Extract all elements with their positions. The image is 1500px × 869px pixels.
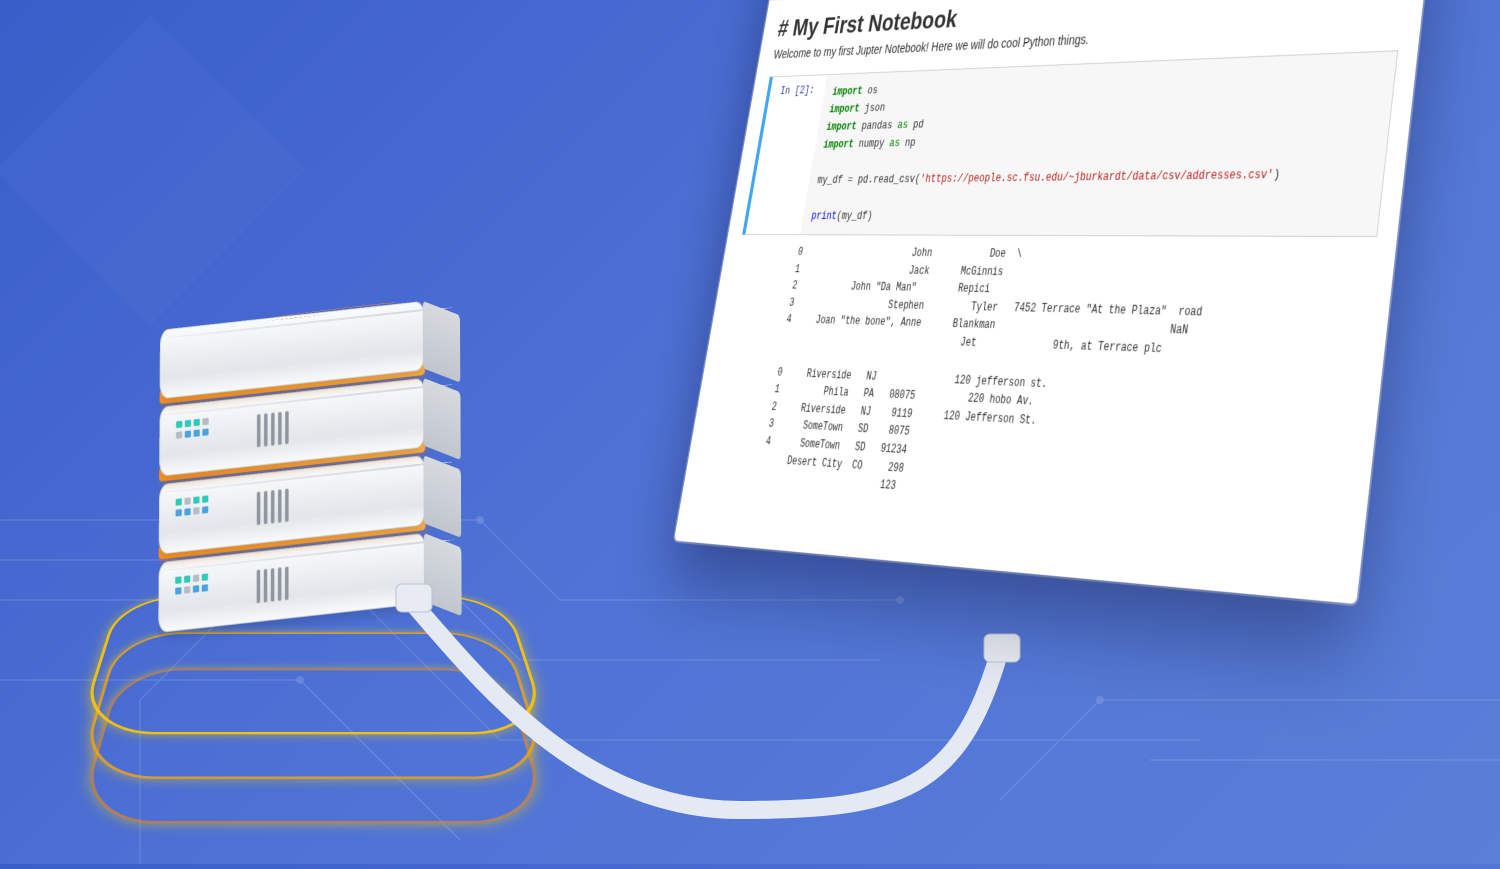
code-cell[interactable]: In [2]: import os import json import pan… bbox=[742, 50, 1398, 237]
cell-output-block-2: 0 Riverside NJ 120 jefferson st. 1 Phila… bbox=[747, 364, 1360, 552]
cell-prompt: In [2]: bbox=[768, 75, 821, 106]
cell-code-area[interactable]: import os import json import pandas as p… bbox=[800, 51, 1397, 236]
notebook-body: # My First Notebook Welcome to my first … bbox=[678, 0, 1427, 573]
server-illustration: jupyter bbox=[130, 320, 490, 720]
jupyter-notebook-window: Jupyter File Edit View Insert Cell Kerne… bbox=[674, 0, 1440, 604]
cell-output-block-1: 0 John Doe \ 1 Jack McGinnis 2 John "Da … bbox=[771, 235, 1377, 387]
